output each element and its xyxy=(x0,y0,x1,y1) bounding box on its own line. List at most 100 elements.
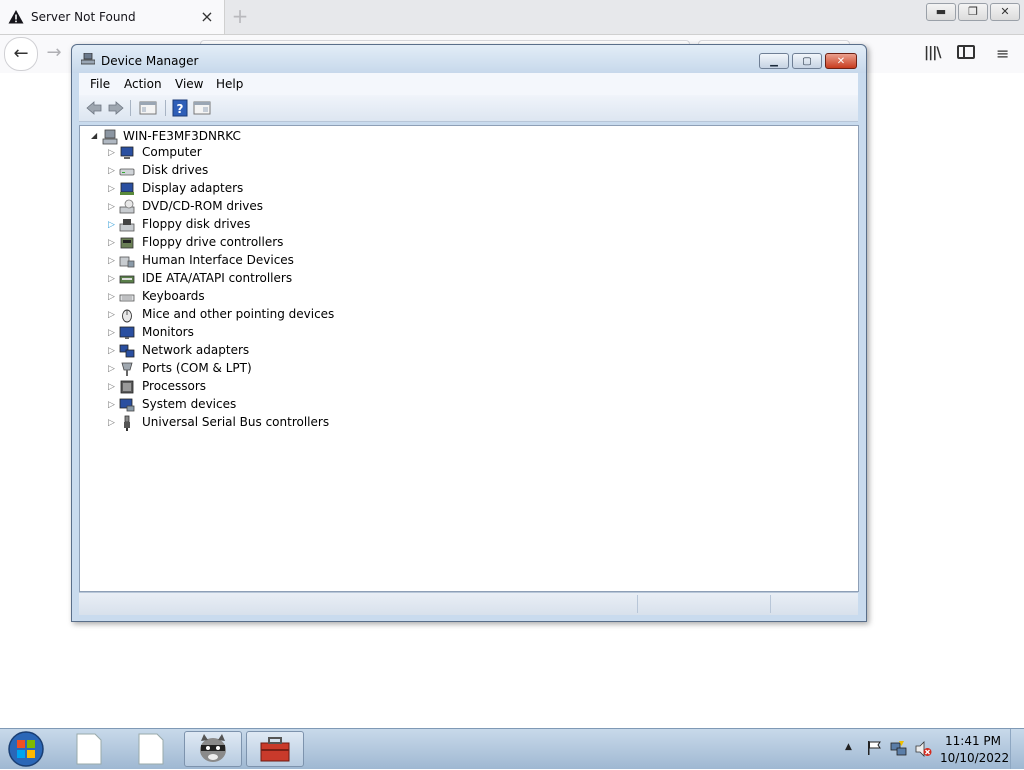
device-manager-icon xyxy=(81,53,95,65)
expand-arrow-icon[interactable]: ▷ xyxy=(108,255,116,267)
sidebar-icon[interactable] xyxy=(957,45,975,59)
expand-arrow-icon[interactable]: ▷ xyxy=(108,219,116,231)
browser-restore-button[interactable]: ❐ xyxy=(958,3,988,21)
close-button[interactable]: ✕ xyxy=(825,53,857,69)
toolbar-separator xyxy=(130,100,131,116)
browser-minimize-button[interactable]: ▬ xyxy=(926,3,956,21)
tree-category-row[interactable]: ▷ Display adapters xyxy=(108,180,408,198)
clock-time[interactable]: 11:41 PM xyxy=(940,734,1006,748)
network-icon[interactable] xyxy=(890,740,908,758)
taskbar-file-button[interactable] xyxy=(122,731,180,767)
tree-category-row[interactable]: ▷ Floppy disk drives xyxy=(108,216,408,234)
taskbar: ▲ 11:41 PM 10/10/2022 xyxy=(0,728,1024,769)
expand-arrow-icon[interactable]: ▷ xyxy=(108,399,116,411)
mouse-icon xyxy=(122,309,132,323)
menu-action[interactable]: Action xyxy=(124,77,162,91)
tree-category-label: Disk drives xyxy=(142,163,209,177)
minimize-button[interactable]: ▁ xyxy=(759,53,789,69)
warning-icon xyxy=(8,10,24,24)
maximize-button[interactable]: ▢ xyxy=(792,53,822,69)
taskbar-toolbox-app-button[interactable] xyxy=(246,731,304,767)
collapse-arrow-icon[interactable]: ◢ xyxy=(91,131,97,140)
tree-category-row[interactable]: ▷ Monitors xyxy=(108,324,408,342)
tree-category-row[interactable]: ▷ Human Interface Devices xyxy=(108,252,408,270)
properties-icon[interactable] xyxy=(193,99,211,117)
show-desktop-button[interactable] xyxy=(1010,729,1024,769)
action-center-flag-icon[interactable] xyxy=(866,740,882,756)
browser-close-button[interactable]: ✕ xyxy=(990,3,1020,21)
hamburger-menu-icon[interactable]: ≡ xyxy=(996,44,1012,63)
tree-category-row[interactable]: ▷ Floppy drive controllers xyxy=(108,234,408,252)
tree-category-row[interactable]: ▷ Disk drives xyxy=(108,162,408,180)
tree-category-label: DVD/CD-ROM drives xyxy=(142,199,264,213)
file-icon xyxy=(138,733,164,765)
taskbar-raccoon-app-button[interactable] xyxy=(184,731,242,767)
browser-tab[interactable]: Server Not Found × xyxy=(0,0,225,34)
forward-button[interactable]: → xyxy=(42,37,66,69)
tree-category-row[interactable]: ▷ Ports (COM & LPT) xyxy=(108,360,408,378)
expand-arrow-icon[interactable]: ▷ xyxy=(108,291,116,303)
tree-category-row[interactable]: ▷ Processors xyxy=(108,378,408,396)
status-separator xyxy=(637,595,638,613)
expand-arrow-icon[interactable]: ▷ xyxy=(108,237,116,249)
tree-category-label: Human Interface Devices xyxy=(142,253,294,267)
tree-category-label: Floppy disk drives xyxy=(142,217,251,231)
ide-controller-icon xyxy=(119,275,135,284)
start-button[interactable] xyxy=(6,730,46,768)
expand-arrow-icon[interactable]: ▷ xyxy=(108,345,116,357)
tree-category-label: Mice and other pointing devices xyxy=(142,307,335,321)
expand-arrow-icon[interactable]: ▷ xyxy=(108,183,116,195)
computer-name: WIN-FE3MF3DNRKC xyxy=(123,129,241,143)
tree-category-label: Floppy drive controllers xyxy=(142,235,284,249)
library-icon[interactable]: |||\ xyxy=(924,45,944,61)
expand-arrow-icon[interactable]: ▷ xyxy=(108,381,116,393)
menu-view[interactable]: View xyxy=(175,77,203,91)
tree-category-row[interactable]: ▷ Keyboards xyxy=(108,288,408,306)
monitor-icon xyxy=(119,326,135,339)
tree-root[interactable]: ◢ WIN-FE3MF3DNRKC xyxy=(80,126,380,145)
tree-category-row[interactable]: ▷ Computer xyxy=(108,144,408,162)
menu-bar: File Action View Help xyxy=(79,73,858,95)
tree-category-row[interactable]: ▷ System devices xyxy=(108,396,408,414)
forward-arrow-icon[interactable] xyxy=(107,99,125,117)
svg-text:?: ? xyxy=(177,102,184,116)
tab-title: Server Not Found xyxy=(31,10,136,24)
tree-category-row[interactable]: ▷ DVD/CD-ROM drives xyxy=(108,198,408,216)
expand-arrow-icon[interactable]: ▷ xyxy=(108,201,116,213)
show-hidden-icons-icon[interactable]: ▲ xyxy=(845,742,852,752)
tree-category-label: Monitors xyxy=(142,325,194,339)
taskbar-file-button[interactable] xyxy=(60,731,118,767)
menu-help[interactable]: Help xyxy=(216,77,243,91)
expand-arrow-icon[interactable]: ▷ xyxy=(108,327,116,339)
menu-file[interactable]: File xyxy=(90,77,110,91)
toolbar-separator xyxy=(165,100,166,116)
floppy-controller-icon xyxy=(120,237,134,249)
status-separator xyxy=(770,595,771,613)
usb-icon xyxy=(124,415,130,431)
expand-arrow-icon[interactable]: ▷ xyxy=(108,147,116,159)
expand-arrow-icon[interactable]: ▷ xyxy=(108,417,116,429)
expand-arrow-icon[interactable]: ▷ xyxy=(108,363,116,375)
help-icon[interactable]: ? xyxy=(171,99,189,117)
tree-category-row[interactable]: ▷ Universal Serial Bus controllers xyxy=(108,414,408,432)
device-tree[interactable]: ◢ WIN-FE3MF3DNRKC ▷ Computer ▷ Disk drives ▷… xyxy=(79,125,859,592)
show-hide-console-tree-icon[interactable] xyxy=(139,99,157,117)
browser-tab-strip: Server Not Found × + ▬ ❐ ✕ xyxy=(0,0,1024,35)
expand-arrow-icon[interactable]: ▷ xyxy=(108,309,116,321)
tree-category-row[interactable]: ▷ Network adapters xyxy=(108,342,408,360)
volume-muted-icon[interactable] xyxy=(914,740,932,758)
window-titlebar[interactable]: Device Manager ▁ ▢ ✕ xyxy=(72,45,866,73)
close-tab-icon[interactable]: × xyxy=(198,6,216,28)
tree-category-row[interactable]: ▷ Mice and other pointing devices xyxy=(108,306,408,324)
new-tab-icon[interactable]: + xyxy=(230,4,250,28)
tree-category-row[interactable]: ▷ IDE ATA/ATAPI controllers xyxy=(108,270,408,288)
raccoon-app-icon xyxy=(200,734,226,762)
expand-arrow-icon[interactable]: ▷ xyxy=(108,273,116,285)
tree-category-label: Computer xyxy=(142,145,202,159)
disk-drive-icon xyxy=(119,168,135,176)
back-arrow-icon[interactable] xyxy=(85,99,103,117)
clock-date[interactable]: 10/10/2022 xyxy=(940,751,1009,765)
tree-category-label: Ports (COM & LPT) xyxy=(142,361,252,375)
expand-arrow-icon[interactable]: ▷ xyxy=(108,165,116,177)
back-button[interactable]: ← xyxy=(4,37,38,71)
